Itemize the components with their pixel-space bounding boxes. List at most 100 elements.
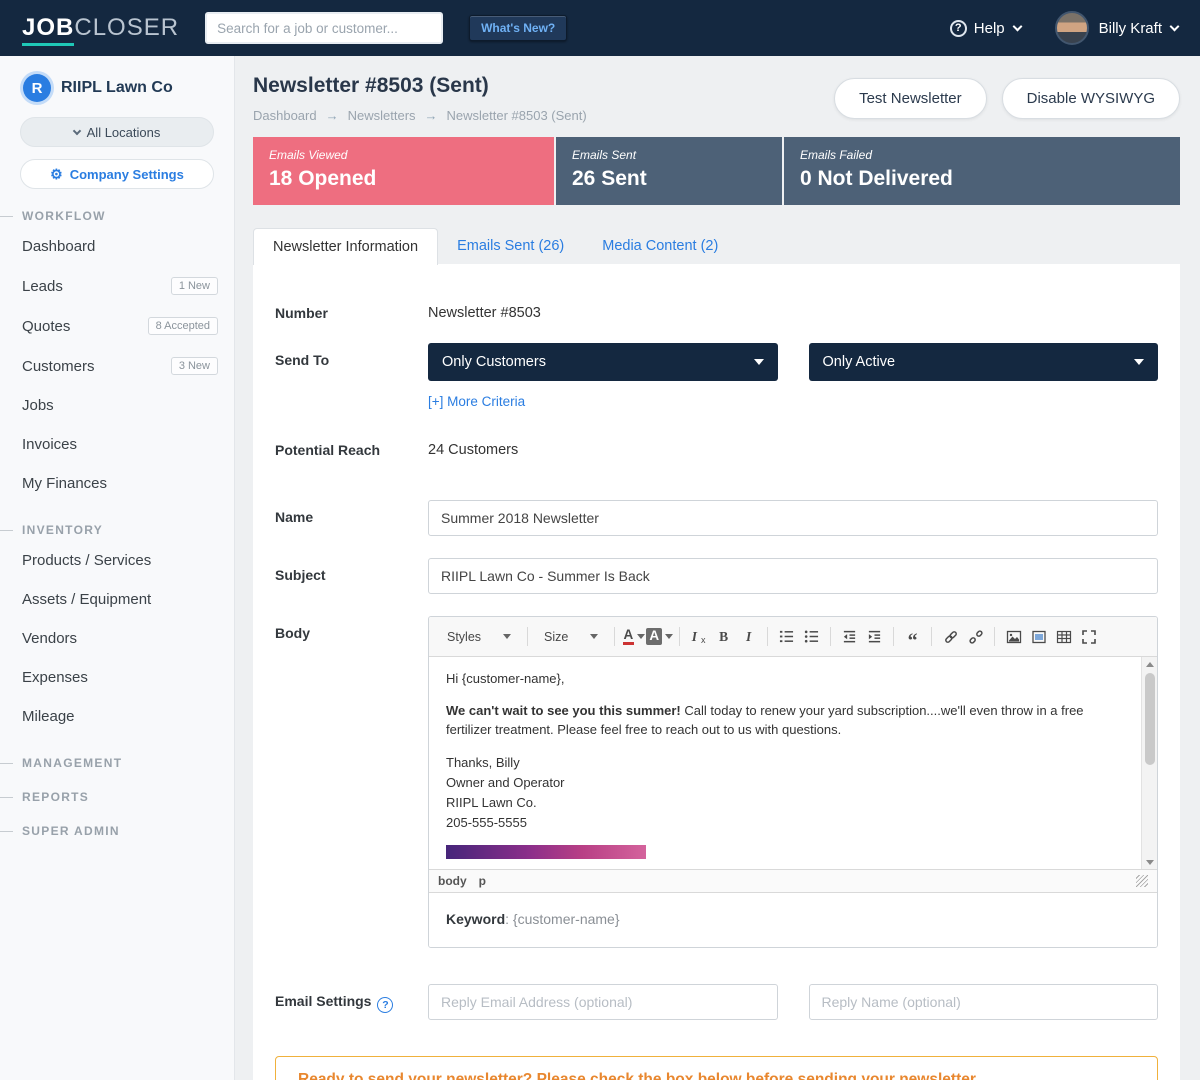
- reply-name-input[interactable]: [809, 984, 1159, 1020]
- remove-format-button[interactable]: Ix: [686, 624, 711, 649]
- dropdown-caret-icon: [637, 634, 645, 639]
- decrease-indent-button[interactable]: [837, 624, 862, 649]
- insert-embed-button[interactable]: [1026, 624, 1051, 649]
- company-settings-button[interactable]: ⚙ Company Settings: [20, 159, 214, 189]
- company-switcher[interactable]: R RIIPL Lawn Co: [0, 74, 234, 117]
- send-to-dropdown[interactable]: Only Customers: [428, 343, 778, 381]
- tab-newsletter-information[interactable]: Newsletter Information: [253, 228, 438, 265]
- sidebar-item-jobs[interactable]: Jobs: [0, 386, 234, 425]
- keyword-hint: Keyword: {customer-name}: [429, 893, 1157, 947]
- size-dropdown[interactable]: Size: [534, 626, 608, 648]
- dropdown-caret-icon: [1134, 359, 1144, 365]
- sidebar-item-my-finances[interactable]: My Finances: [0, 464, 234, 503]
- text-color-button[interactable]: A: [621, 624, 646, 649]
- name-input[interactable]: [428, 500, 1158, 536]
- send-to-filter-dropdown[interactable]: Only Active: [809, 343, 1159, 381]
- sidebar-item-products-services[interactable]: Products / Services: [0, 541, 234, 580]
- wysiwyg-editor: Styles Size A: [428, 616, 1158, 948]
- search-input[interactable]: [205, 12, 443, 44]
- scroll-down-icon[interactable]: [1142, 855, 1157, 869]
- sidebar-section-workflow: WORKFLOW: [0, 209, 234, 223]
- bulleted-list-button[interactable]: [799, 624, 824, 649]
- insert-image-button[interactable]: [1001, 624, 1026, 649]
- path-item-p[interactable]: p: [479, 874, 486, 888]
- bold-button[interactable]: B: [711, 624, 736, 649]
- styles-dropdown[interactable]: Styles: [437, 626, 521, 648]
- stat-emails-failed: Emails Failed 0 Not Delivered: [784, 137, 1180, 205]
- blockquote-button[interactable]: “: [900, 624, 925, 649]
- user-menu[interactable]: Billy Kraft: [1055, 11, 1178, 45]
- embed-icon: [1031, 629, 1047, 645]
- increase-indent-icon: [867, 629, 882, 644]
- breadcrumb-newsletters[interactable]: Newsletters: [348, 108, 416, 123]
- scrollbar-thumb[interactable]: [1145, 673, 1155, 765]
- toolbar-separator: [767, 627, 768, 646]
- tab-media-content[interactable]: Media Content (2): [583, 228, 737, 264]
- reply-email-input[interactable]: [428, 984, 778, 1020]
- sidebar-section-management[interactable]: MANAGEMENT: [0, 756, 234, 770]
- help-menu[interactable]: ? Help: [950, 20, 1021, 37]
- body-label: Body: [275, 616, 428, 948]
- sidebar-item-vendors[interactable]: Vendors: [0, 619, 234, 658]
- dropdown-caret-icon: [665, 634, 673, 639]
- company-settings-label: Company Settings: [70, 167, 184, 182]
- breadcrumb-arrow-icon: →: [326, 108, 339, 123]
- toolbar-separator: [893, 627, 894, 646]
- page-title: Newsletter #8503 (Sent): [253, 74, 587, 98]
- numbered-list-button[interactable]: [774, 624, 799, 649]
- scroll-up-icon[interactable]: [1142, 657, 1157, 671]
- path-item-body[interactable]: body: [438, 874, 467, 888]
- main-content: Newsletter #8503 (Sent) Dashboard → News…: [235, 0, 1200, 1080]
- number-value: Newsletter #8503: [428, 296, 1158, 321]
- email-settings-label: Email Settings?: [275, 984, 428, 1020]
- editor-resize-handle[interactable]: [1136, 875, 1148, 887]
- stat-emails-viewed: Emails Viewed 18 Opened: [253, 137, 554, 205]
- toolbar-separator: [614, 627, 615, 646]
- subject-input[interactable]: [428, 558, 1158, 594]
- breadcrumb-current: Newsletter #8503 (Sent): [447, 108, 587, 123]
- help-icon: ?: [950, 20, 967, 37]
- editor-paragraph: We can't wait to see you this summer! Ca…: [446, 702, 1124, 740]
- background-color-button[interactable]: A: [646, 624, 673, 649]
- bulleted-list-icon: [804, 629, 819, 644]
- sidebar: R RIIPL Lawn Co All Locations ⚙ Company …: [0, 56, 235, 1080]
- sidebar-item-quotes[interactable]: Quotes 8 Accepted: [0, 306, 234, 346]
- link-button[interactable]: [938, 624, 963, 649]
- sidebar-item-leads[interactable]: Leads 1 New: [0, 266, 234, 306]
- sidebar-item-expenses[interactable]: Expenses: [0, 658, 234, 697]
- editor-content[interactable]: Hi {customer-name}, We can't wait to see…: [429, 657, 1141, 869]
- editor-scrollbar[interactable]: [1141, 657, 1157, 869]
- increase-indent-button[interactable]: [862, 624, 887, 649]
- toolbar-separator: [830, 627, 831, 646]
- gear-icon: ⚙: [50, 167, 63, 181]
- remove-format-icon: I: [692, 629, 697, 645]
- breadcrumb-arrow-icon: →: [425, 108, 438, 123]
- info-icon[interactable]: ?: [377, 997, 393, 1013]
- sidebar-item-mileage[interactable]: Mileage: [0, 697, 234, 736]
- chevron-down-icon: [1012, 21, 1022, 31]
- all-locations-selector[interactable]: All Locations: [20, 117, 214, 147]
- test-newsletter-button[interactable]: Test Newsletter: [834, 78, 987, 119]
- app-logo[interactable]: JOBCLOSER: [22, 14, 179, 42]
- quotes-badge: 8 Accepted: [148, 317, 218, 335]
- tab-emails-sent[interactable]: Emails Sent (26): [438, 228, 583, 264]
- embedded-image-fragment: [446, 845, 646, 859]
- toolbar-separator: [679, 627, 680, 646]
- sidebar-item-invoices[interactable]: Invoices: [0, 425, 234, 464]
- help-label: Help: [974, 20, 1005, 37]
- top-navbar: JOBCLOSER What's New? ? Help Billy Kraft: [0, 0, 1200, 56]
- sidebar-item-dashboard[interactable]: Dashboard: [0, 227, 234, 266]
- breadcrumb-dashboard[interactable]: Dashboard: [253, 108, 317, 123]
- maximize-button[interactable]: [1076, 624, 1101, 649]
- company-avatar: R: [23, 74, 51, 102]
- unlink-button[interactable]: [963, 624, 988, 649]
- sidebar-item-customers[interactable]: Customers 3 New: [0, 346, 234, 386]
- insert-table-button[interactable]: [1051, 624, 1076, 649]
- sidebar-section-reports[interactable]: REPORTS: [0, 790, 234, 804]
- sidebar-section-super-admin[interactable]: SUPER ADMIN: [0, 824, 234, 838]
- whats-new-button[interactable]: What's New?: [469, 15, 567, 41]
- disable-wysiwyg-button[interactable]: Disable WYSIWYG: [1002, 78, 1180, 119]
- sidebar-item-assets-equipment[interactable]: Assets / Equipment: [0, 580, 234, 619]
- italic-button[interactable]: I: [736, 624, 761, 649]
- more-criteria-link[interactable]: [+] More Criteria: [428, 394, 525, 409]
